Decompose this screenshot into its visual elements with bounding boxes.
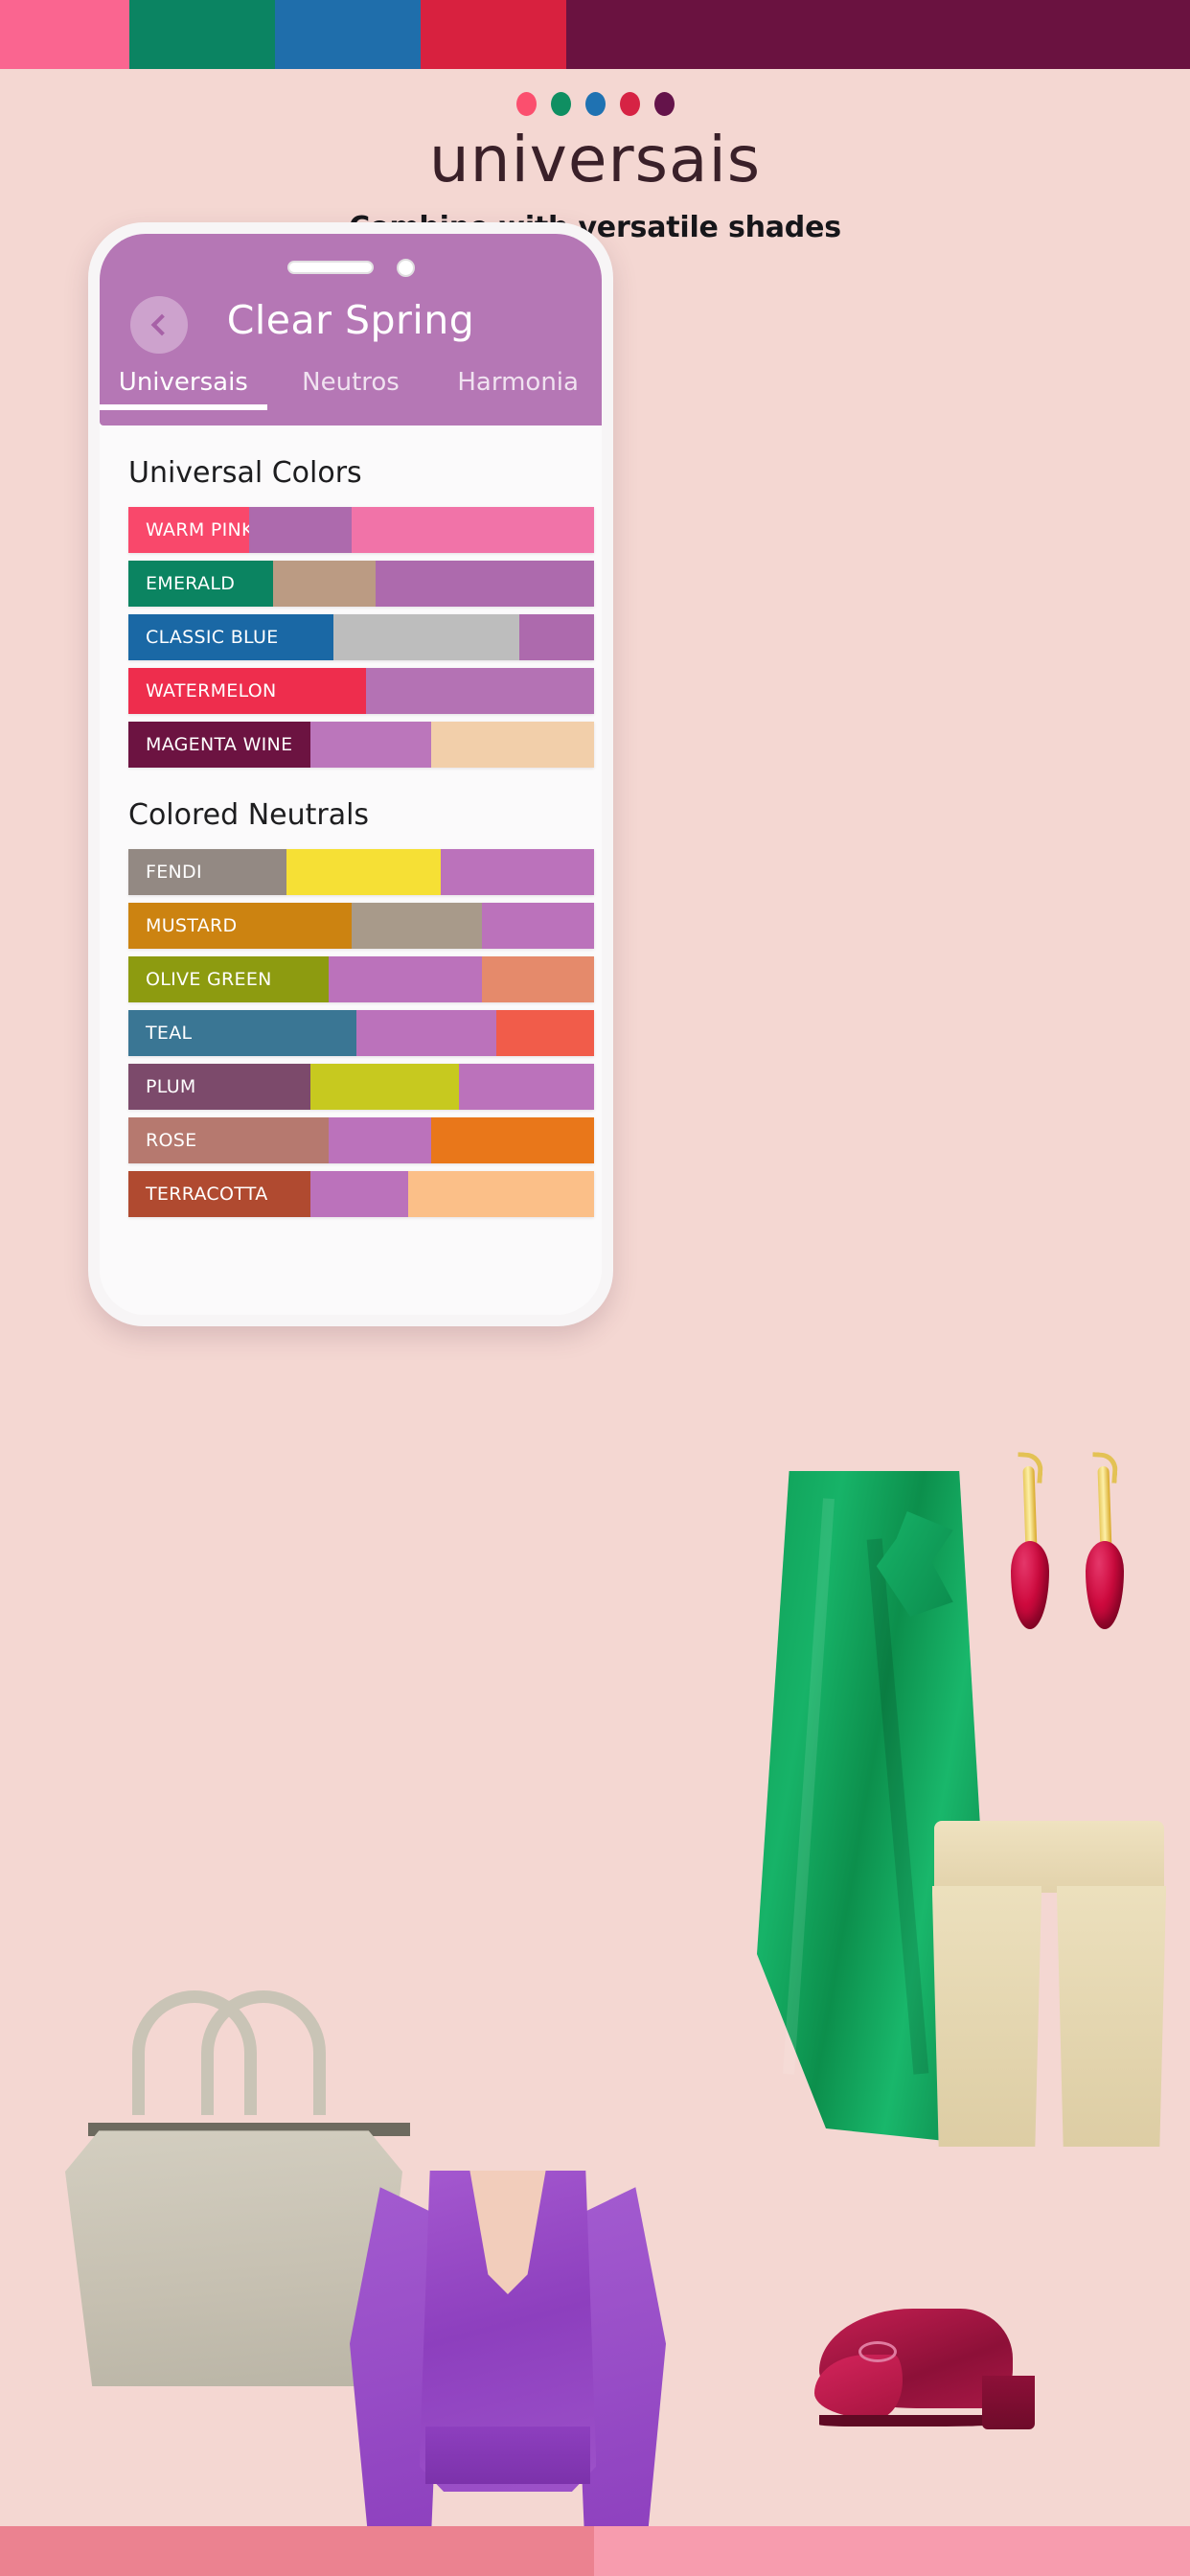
color-bar-segment	[495, 1010, 594, 1056]
color-bar-label: TEAL	[128, 1010, 357, 1056]
brand-dots	[0, 92, 1190, 116]
color-bar-row[interactable]: EMERALD	[128, 561, 594, 607]
tab-universais[interactable]: Universais	[100, 368, 267, 410]
color-bar-segment	[365, 668, 594, 714]
color-bar-row[interactable]: CLASSIC BLUE	[128, 614, 594, 660]
color-bar-label: MUSTARD	[128, 903, 353, 949]
color-bar-label: MAGENTA WINE	[128, 722, 310, 768]
phone-notch	[100, 253, 602, 282]
earring-hook-icon	[1022, 1465, 1038, 1553]
color-bar-segment	[286, 849, 441, 895]
color-bar-segment	[430, 722, 594, 768]
color-bar-segment	[309, 722, 431, 768]
color-bar-row[interactable]: MAGENTA WINE	[128, 722, 594, 768]
color-bar-label: EMERALD	[128, 561, 273, 607]
color-bar-segment	[309, 1064, 460, 1110]
top-swatch-magenta-wine	[566, 0, 1190, 69]
color-bar-row[interactable]: WATERMELON	[128, 668, 594, 714]
color-bar-segment	[356, 1010, 496, 1056]
blouse-image	[350, 2171, 666, 2576]
blouse-waistband	[425, 2426, 590, 2484]
color-bar-segment	[407, 1171, 594, 1217]
shoe-heel	[982, 2376, 1036, 2429]
brand-logo: universais	[428, 123, 762, 196]
earrings-image	[1011, 1465, 1183, 1639]
top-swatch-warm-pink	[0, 0, 129, 69]
color-bar-segment	[440, 849, 594, 895]
color-bar-segment	[328, 1117, 431, 1163]
color-bar-row[interactable]: FENDI	[128, 849, 594, 895]
color-bar-row[interactable]: TERRACOTTA	[128, 1171, 594, 1217]
shorts-leg	[931, 1886, 1042, 2147]
top-swatch-emerald	[129, 0, 275, 69]
section-title-universal-colors: Universal Colors	[128, 456, 362, 490]
color-bar-label: PLUM	[128, 1064, 310, 1110]
color-bar-segment	[332, 614, 520, 660]
phone-frame: Clear Spring Universais Neutros Harmonia…	[88, 222, 613, 1326]
earring-hook-icon	[1097, 1465, 1112, 1553]
speaker-icon	[286, 261, 374, 274]
app-content: Universal Colors WARM PINK EMERALD CLASSIC…	[100, 426, 602, 1315]
earring-gem-icon	[1086, 1541, 1124, 1629]
dot-classic-blue	[584, 92, 606, 116]
tab-neutros[interactable]: Neutros	[267, 368, 435, 410]
bottom-swatch-left	[0, 2526, 594, 2576]
color-bar-row[interactable]: MUSTARD	[128, 903, 594, 949]
color-bar-segment	[249, 507, 353, 553]
color-bar-segment	[482, 956, 594, 1002]
color-bar-segment	[328, 956, 483, 1002]
color-bar-row[interactable]: TEAL	[128, 1010, 594, 1056]
shoe-image	[814, 2295, 1040, 2429]
color-bar-label: ROSE	[128, 1117, 329, 1163]
color-bar-label: WATERMELON	[128, 668, 366, 714]
color-bar-segment	[430, 1117, 594, 1163]
color-bar-segment	[482, 903, 594, 949]
shorts-waistband	[934, 1821, 1164, 1893]
page-title: Clear Spring	[226, 297, 475, 343]
color-bar-row[interactable]: WARM PINK	[128, 507, 594, 553]
bottom-swatch-right	[594, 2526, 1190, 2576]
dot-watermelon	[619, 92, 640, 116]
color-bar-segment	[272, 561, 376, 607]
color-bar-segment	[309, 1171, 408, 1217]
color-bar-segment	[352, 903, 483, 949]
top-swatch-bar	[0, 0, 1190, 69]
shorts-image	[925, 1821, 1174, 2147]
earring-gem-icon	[1011, 1541, 1049, 1629]
color-bar-row[interactable]: ROSE	[128, 1117, 594, 1163]
brand-block: universais Combine with versatile shades	[0, 69, 1190, 244]
section-title-colored-neutrals: Colored Neutrals	[128, 798, 370, 832]
color-bar-row[interactable]: OLIVE GREEN	[128, 956, 594, 1002]
color-bar-label: FENDI	[128, 849, 287, 895]
top-swatch-classic-blue	[275, 0, 421, 69]
camera-icon	[396, 258, 415, 277]
color-bar-segment	[375, 561, 594, 607]
tab-harmonia[interactable]: Harmonia	[434, 368, 602, 410]
color-bar-segment	[459, 1064, 594, 1110]
color-bar-label: TERRACOTTA	[128, 1171, 310, 1217]
shoe-bow-icon	[858, 2340, 898, 2362]
tab-bar: Universais Neutros Harmonia	[100, 368, 602, 410]
dot-warm-pink	[515, 92, 537, 116]
bottom-swatch-bar	[0, 2526, 1190, 2576]
top-swatch-watermelon	[421, 0, 566, 69]
color-bar-row[interactable]: PLUM	[128, 1064, 594, 1110]
bag-handle	[201, 1990, 326, 2116]
color-bar-label: OLIVE GREEN	[128, 956, 329, 1002]
color-bar-segment	[519, 614, 594, 660]
colored-neutrals-list: FENDI MUSTARD OLIVE GREEN TEAL PLUM ROSE TERRA…	[100, 849, 602, 1217]
universal-colors-list: WARM PINK EMERALD CLASSIC BLUE WATERMELON MA…	[100, 507, 602, 768]
color-bar-label: CLASSIC BLUE	[128, 614, 333, 660]
dot-emerald	[550, 92, 571, 116]
phone-mockup: Clear Spring Universais Neutros Harmonia…	[88, 222, 613, 1326]
color-bar-label: WARM PINK	[128, 507, 250, 553]
phone-screen: Clear Spring Universais Neutros Harmonia…	[100, 234, 602, 1315]
color-bar-segment	[352, 507, 594, 553]
dot-magenta-wine	[653, 92, 675, 116]
shorts-leg	[1056, 1886, 1167, 2147]
